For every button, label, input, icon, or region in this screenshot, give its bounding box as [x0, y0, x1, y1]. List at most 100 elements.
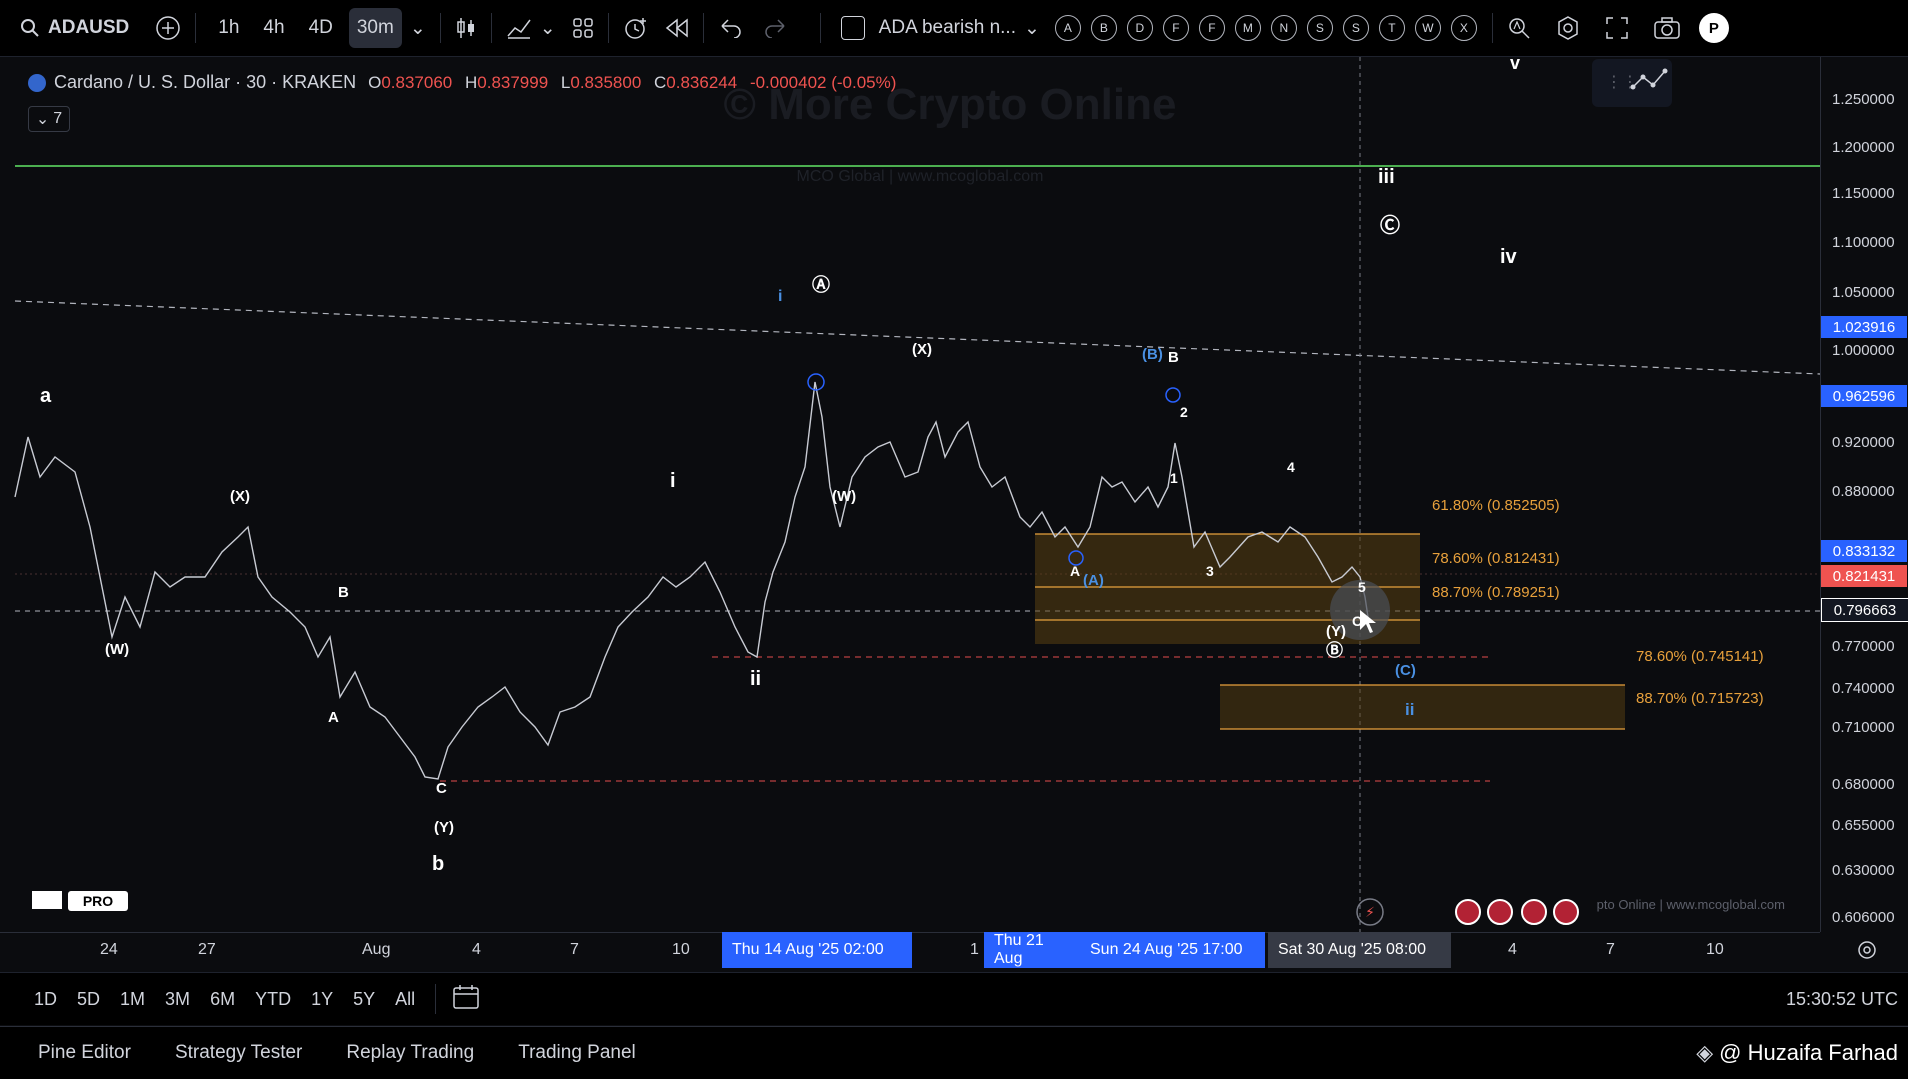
price-tag[interactable]: 0.821431 — [1821, 565, 1907, 587]
price-tick: 1.200000 — [1832, 139, 1895, 156]
range-bar: 1D 5D 1M 3M 6M YTD 1Y 5Y All 15:30:52 UTC — [0, 972, 1908, 1025]
price-tick: 1.100000 — [1832, 234, 1895, 251]
trend-line[interactable] — [14, 300, 1820, 375]
wave-label: 4 — [1287, 459, 1295, 475]
undo-icon[interactable] — [718, 8, 742, 48]
letter-marker-10[interactable]: W — [1414, 15, 1441, 41]
pivot-marker[interactable] — [1165, 387, 1181, 403]
letter-marker-5[interactable]: M — [1234, 15, 1261, 41]
price-tag[interactable]: 0.833132 — [1821, 540, 1907, 562]
indicators-icon[interactable] — [506, 8, 532, 48]
floating-toolbar[interactable]: ⋮⋮ — [1592, 59, 1672, 107]
candle-type-icon[interactable] — [455, 8, 477, 48]
fib-label: 88.70% (0.715723) — [1636, 690, 1764, 707]
wave-label: A — [1070, 563, 1081, 579]
utc-clock[interactable]: 15:30:52 UTC — [1786, 989, 1898, 1010]
add-circle-icon — [156, 16, 181, 40]
legend-ohlc: O0.837060 H0.837999 L0.835800 C0.836244 … — [368, 72, 897, 92]
wave-label: v — [1510, 53, 1521, 73]
range-button-5d[interactable]: 5D — [77, 989, 100, 1010]
range-button-ytd[interactable]: YTD — [255, 989, 291, 1010]
wave-label: B — [338, 584, 349, 601]
price-tag[interactable]: 0.796663 — [1821, 598, 1908, 622]
wave-label: b — [432, 853, 445, 875]
alert-clock-icon[interactable] — [623, 8, 649, 48]
footer-tab[interactable]: Replay Trading — [346, 1042, 474, 1064]
letter-marker-9[interactable]: T — [1378, 15, 1405, 41]
time-tick: 1 — [970, 941, 979, 958]
range-button-all[interactable]: All — [395, 989, 415, 1010]
camera-icon[interactable] — [1653, 8, 1681, 48]
interval-1h[interactable]: 1h — [210, 8, 247, 48]
indicators-collapse-button[interactable]: ⌄ 7 — [28, 106, 70, 132]
price-tag[interactable]: 1.023916 — [1821, 316, 1907, 338]
axis-settings-gear-icon[interactable] — [1855, 938, 1879, 962]
wave-label: A — [328, 709, 339, 726]
settings-gear-icon[interactable] — [1555, 8, 1581, 48]
wave-label: 5 — [1358, 579, 1366, 595]
top-toolbar: ADAUSD 1h 4h 4D 30m ⌄ ⌄ ADA bearish n...… — [0, 0, 1908, 57]
interval-dropdown-chevron-icon[interactable]: ⌄ — [410, 8, 426, 48]
wave-label: Ⓐ — [812, 275, 830, 295]
price-tag[interactable]: 0.962596 — [1821, 385, 1907, 407]
wave-label: (Y) — [434, 819, 454, 836]
chevron-down-icon: ⌄ — [35, 111, 50, 128]
layout-grid-icon[interactable] — [572, 8, 594, 48]
range-button-3m[interactable]: 3M — [165, 989, 190, 1010]
wave-label: (W) — [105, 641, 130, 658]
range-button-5y[interactable]: 5Y — [353, 989, 375, 1010]
search-icon — [21, 19, 39, 37]
indicators-chevron-icon[interactable]: ⌄ — [540, 8, 556, 48]
wave-label: B — [1168, 349, 1179, 366]
interval-4h[interactable]: 4h — [255, 8, 292, 48]
footer-tab[interactable]: Trading Panel — [518, 1042, 636, 1064]
divider — [1491, 13, 1493, 43]
watermark-sub: MCO Global | www.mcoglobal.com — [797, 168, 1044, 185]
redo-icon[interactable] — [764, 8, 788, 48]
layout-chevron-icon[interactable]: ⌄ — [1024, 8, 1040, 48]
wave-label: (A) — [1083, 572, 1104, 589]
footer-tab[interactable]: Strategy Tester — [175, 1042, 302, 1064]
time-highlight: Thu 21 Aug — [984, 932, 1080, 968]
range-button-1d[interactable]: 1D — [34, 989, 57, 1010]
letter-marker-11[interactable]: X — [1450, 15, 1477, 41]
letter-marker-1[interactable]: B — [1090, 15, 1117, 41]
range-button-6m[interactable]: 6M — [210, 989, 235, 1010]
symbol-legend[interactable]: Cardano / U. S. Dollar · 30 · KRAKEN O0.… — [28, 72, 896, 93]
fullscreen-icon[interactable] — [1605, 8, 1629, 48]
compare-button[interactable] — [155, 8, 181, 48]
footer-tab[interactable]: Pine Editor — [38, 1042, 131, 1064]
letter-marker-2[interactable]: D — [1126, 15, 1153, 41]
letter-marker-8[interactable]: S — [1342, 15, 1369, 41]
price-chart[interactable]: © More Crypto Online MCO Global | www.mc… — [0, 57, 1820, 932]
letter-marker-7[interactable]: S — [1306, 15, 1333, 41]
letter-marker-0[interactable]: A — [1054, 15, 1081, 41]
range-button-1y[interactable]: 1Y — [311, 989, 333, 1010]
layout-name[interactable]: ADA bearish n... — [879, 8, 1016, 48]
wave-label: ii — [1405, 700, 1415, 719]
credit-watermark: ◈ @ Huzaifa Farhad — [1696, 1040, 1898, 1065]
interval-30m[interactable]: 30m — [348, 8, 402, 48]
interval-4d[interactable]: 4D — [301, 8, 341, 48]
chart-area[interactable]: © More Crypto Online MCO Global | www.mc… — [0, 57, 1908, 932]
price-tick: 1.250000 — [1832, 91, 1895, 108]
divider — [607, 13, 609, 43]
goto-date-calendar-icon[interactable] — [452, 984, 480, 1015]
letter-marker-3[interactable]: F — [1162, 15, 1189, 41]
range-button-1m[interactable]: 1M — [120, 989, 145, 1010]
wave-label: i — [670, 470, 676, 492]
event-flags[interactable] — [1455, 899, 1579, 925]
divider — [435, 984, 437, 1014]
letter-marker-6[interactable]: N — [1270, 15, 1297, 41]
price-tick: 0.606000 — [1832, 909, 1895, 926]
wave-label: 3 — [1206, 563, 1214, 579]
publish-avatar[interactable]: P — [1698, 13, 1729, 43]
symbol-search[interactable]: ADAUSD — [20, 8, 129, 48]
replay-icon[interactable] — [665, 8, 689, 48]
layout-checkbox[interactable] — [840, 8, 865, 48]
letter-marker-4[interactable]: F — [1198, 15, 1225, 41]
time-tick: 10 — [672, 941, 690, 958]
quick-search-icon[interactable] — [1507, 8, 1531, 48]
watermark-bottom: pto Online | www.mcoglobal.com — [1597, 897, 1785, 912]
fib-zone-lower[interactable] — [1220, 685, 1625, 729]
